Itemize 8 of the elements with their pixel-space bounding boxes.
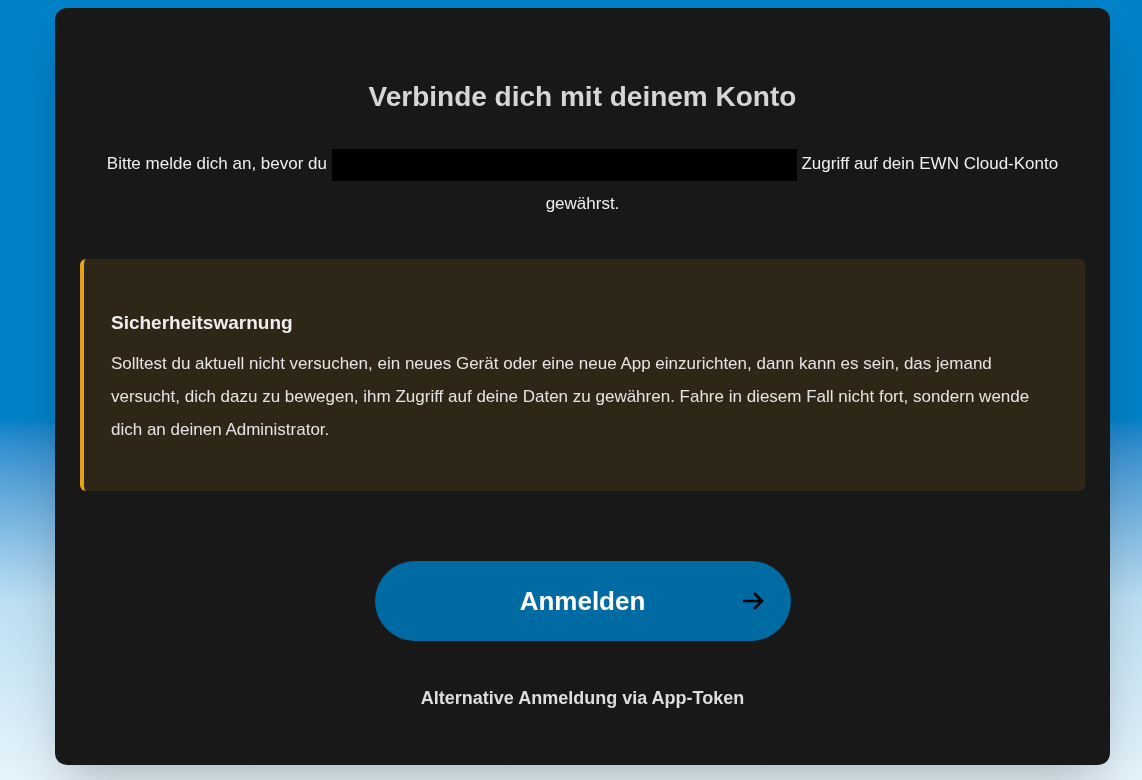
arrow-right-icon	[740, 590, 765, 612]
alternative-login-link[interactable]: Alternative Anmeldung via App-Token	[420, 685, 745, 712]
warning-title: Sicherheitswarnung	[111, 311, 294, 335]
dialog-title: Verbinde dich mit deinem Konto	[368, 80, 797, 114]
intro-text: Zugriff auf dein EWN Cloud-Konto gewährst.	[545, 154, 1059, 213]
warning-text: Solltest du aktuell nicht versuchen, ein neues Gerät oder eine neue App einzurichten, dann kann es sein, das jemand versucht, dich dazu zu bewegen, ihm Zugriff auf deine Daten zu gewähren. Fahre in diesem Fall nicht fort, sondern wende dich an deinen Administrator.	[111, 352, 1031, 441]
intro-text: Bitte melde dich an, bevor du	[106, 154, 327, 173]
login-button[interactable]: Anmelden	[374, 561, 791, 641]
